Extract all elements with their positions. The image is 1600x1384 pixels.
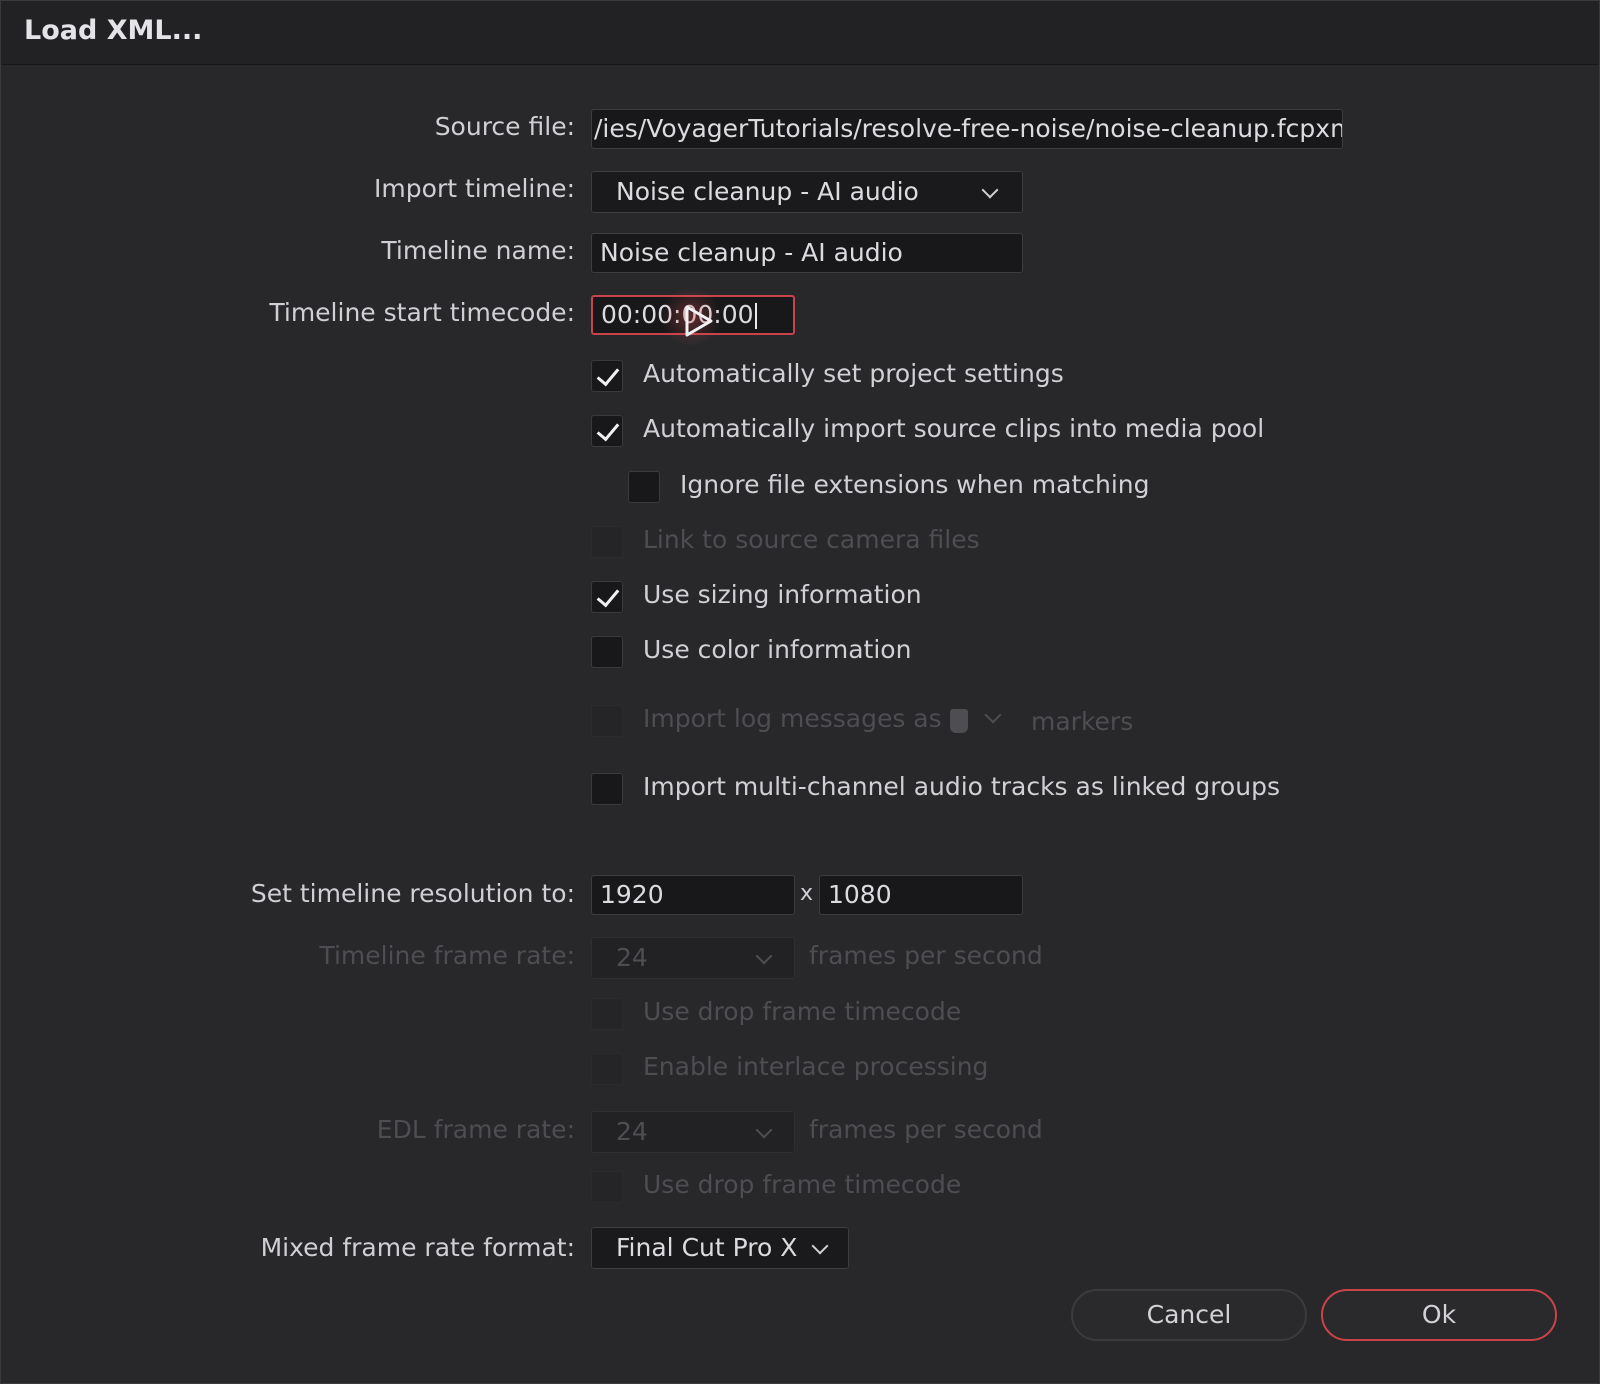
- edl-frame-rate-unit: frames per second: [809, 1115, 1043, 1144]
- edl-drop-frame-checkbox: [591, 1171, 623, 1203]
- checkmark-icon: [596, 362, 620, 387]
- mixed-frame-rate-select[interactable]: Final Cut Pro X: [591, 1227, 849, 1269]
- source-file-field[interactable]: /ies/VoyagerTutorials/resolve-free-noise…: [591, 109, 1343, 149]
- start-timecode-label: Timeline start timecode:: [269, 298, 575, 327]
- ignore-extensions-checkbox[interactable]: [628, 471, 660, 503]
- edl-drop-frame-label: Use drop frame timecode: [643, 1170, 962, 1199]
- import-log-checkbox: [591, 705, 623, 737]
- use-color-label: Use color information: [643, 635, 912, 664]
- resolution-width-input[interactable]: 1920: [591, 875, 795, 915]
- frame-rate-unit: frames per second: [809, 941, 1043, 970]
- frame-rate-value: 24: [616, 943, 648, 972]
- import-log-suffix: markers: [1031, 707, 1134, 736]
- load-xml-dialog: Load XML... Source file: /ies/VoyagerTut…: [0, 0, 1600, 1384]
- auto-import-clips-label: Automatically import source clips into m…: [643, 414, 1265, 443]
- link-camera-files-label: Link to source camera files: [643, 525, 980, 554]
- chevron-down-icon: [755, 1121, 773, 1139]
- checkmark-icon: [596, 583, 620, 608]
- import-log-label: Import log messages as: [643, 704, 942, 733]
- edl-frame-rate-label: EDL frame rate:: [376, 1115, 575, 1144]
- checkmark-icon: [596, 417, 620, 442]
- drop-frame-label: Use drop frame timecode: [643, 997, 962, 1026]
- mixed-frame-rate-value: Final Cut Pro X: [616, 1233, 798, 1262]
- multichannel-audio-checkbox[interactable]: [591, 773, 623, 805]
- pointer-icon: [685, 305, 713, 337]
- resolution-height-input[interactable]: 1080: [819, 875, 1023, 915]
- chevron-down-icon: [811, 1237, 829, 1255]
- auto-project-settings-checkbox[interactable]: [591, 360, 623, 392]
- auto-project-settings-label: Automatically set project settings: [643, 359, 1064, 388]
- drop-frame-checkbox: [591, 998, 623, 1030]
- timeline-name-input[interactable]: Noise cleanup - AI audio: [591, 233, 1023, 273]
- import-timeline-select[interactable]: Noise cleanup - AI audio: [591, 171, 1023, 213]
- marker-color-icon: [950, 709, 968, 733]
- ignore-extensions-label: Ignore file extensions when matching: [680, 470, 1150, 499]
- import-timeline-value: Noise cleanup - AI audio: [616, 177, 919, 206]
- resolution-label: Set timeline resolution to:: [250, 879, 575, 908]
- edl-frame-rate-select: 24: [591, 1111, 795, 1153]
- auto-import-clips-checkbox[interactable]: [591, 415, 623, 447]
- chevron-down-icon: [755, 947, 773, 965]
- resolution-separator: x: [800, 881, 814, 906]
- use-sizing-checkbox[interactable]: [591, 581, 623, 613]
- dialog-titlebar: Load XML...: [1, 1, 1599, 65]
- frame-rate-select: 24: [591, 937, 795, 979]
- mixed-frame-rate-label: Mixed frame rate format:: [260, 1233, 575, 1262]
- use-sizing-label: Use sizing information: [643, 580, 922, 609]
- chevron-down-icon: [984, 706, 1002, 724]
- timeline-name-label: Timeline name:: [381, 236, 575, 265]
- text-caret: [754, 303, 757, 329]
- import-log-row: Import log messages as markers: [591, 704, 1151, 741]
- edl-frame-rate-value: 24: [616, 1117, 648, 1146]
- cancel-button[interactable]: Cancel: [1071, 1289, 1307, 1341]
- chevron-down-icon: [981, 181, 999, 199]
- use-color-checkbox[interactable]: [591, 636, 623, 668]
- interlace-checkbox: [591, 1053, 623, 1085]
- dialog-title: Load XML...: [24, 15, 203, 46]
- source-file-label: Source file:: [434, 112, 575, 141]
- multichannel-audio-label: Import multi-channel audio tracks as lin…: [643, 772, 1280, 801]
- import-timeline-label: Import timeline:: [374, 174, 575, 203]
- frame-rate-label: Timeline frame rate:: [319, 941, 575, 970]
- interlace-label: Enable interlace processing: [643, 1052, 989, 1081]
- ok-button[interactable]: Ok: [1321, 1289, 1557, 1341]
- link-camera-files-checkbox: [591, 526, 623, 558]
